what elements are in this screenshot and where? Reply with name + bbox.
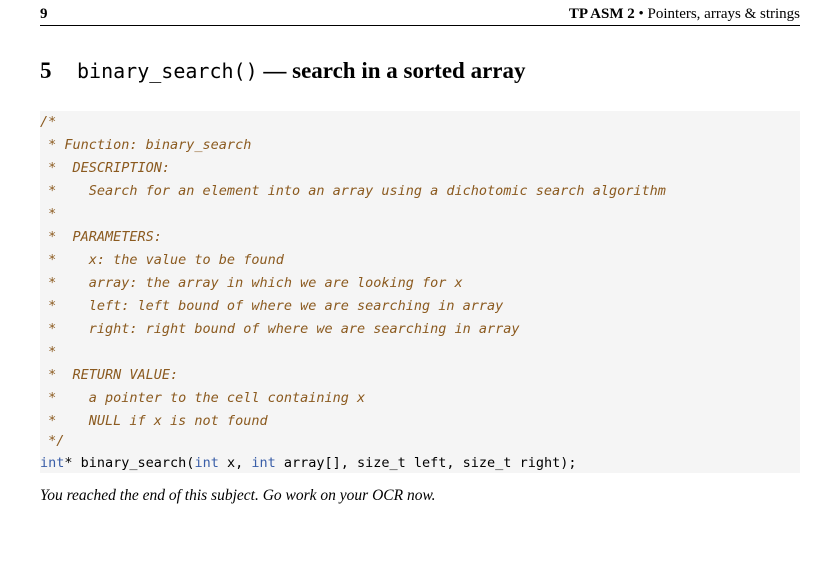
signature-text: * binary_search( — [64, 455, 195, 471]
code-comment-line: * left: left bound of where we are searc… — [40, 298, 504, 314]
code-comment-line: * x: the value to be found — [40, 252, 284, 268]
closing-note: You reached the end of this subject. Go … — [40, 487, 436, 504]
code-comment-line: * array: the array in which we are looki… — [40, 275, 463, 291]
code-comment-line: * PARAMETERS: — [40, 229, 162, 245]
section-number: 5 — [40, 58, 52, 83]
code-comment-line: /* — [40, 114, 57, 130]
section-title: — search in a sorted array — [257, 58, 526, 83]
code-comment-line: * — [40, 206, 57, 222]
doc-header-title: TP ASM 2 • Pointers, arrays & strings — [569, 6, 800, 23]
section-heading: 5 binary_search() — search in a sorted ar… — [40, 58, 526, 84]
doc-subtitle: Pointers, arrays & strings — [647, 6, 800, 22]
page-header: 9 TP ASM 2 • Pointers, arrays & strings — [40, 3, 800, 26]
code-comment-line: * RETURN VALUE: — [40, 367, 179, 383]
code-comment-line: * Function: binary_search — [40, 137, 252, 153]
code-comment-line: */ — [40, 433, 65, 449]
type-keyword: int — [40, 455, 65, 471]
type-keyword: int — [251, 455, 276, 471]
signature-text: x, — [218, 455, 252, 471]
code-comment-line: * a pointer to the cell containing x — [40, 390, 366, 406]
code-comment-line: * right: right bound of where we are sea… — [40, 321, 520, 337]
code-comment-line: * NULL if x is not found — [40, 413, 268, 429]
section-function-name: binary_search() — [77, 59, 258, 83]
type-keyword: int — [194, 455, 219, 471]
doc-title: TP ASM 2 — [568, 6, 635, 22]
code-comment-line: * — [40, 344, 57, 360]
code-block: /* * Function: binary_search * DESCRIPTI… — [40, 111, 800, 473]
code-comment-line: * DESCRIPTION: — [40, 160, 171, 176]
signature-text: array[], size_t left, size_t right); — [275, 455, 577, 471]
code-comment-line: * Search for an element into an array us… — [40, 183, 666, 199]
function-signature: int* binary_search(int x, int array[], s… — [40, 455, 576, 471]
page-number: 9 — [40, 6, 48, 22]
bullet-separator: • — [638, 6, 644, 22]
